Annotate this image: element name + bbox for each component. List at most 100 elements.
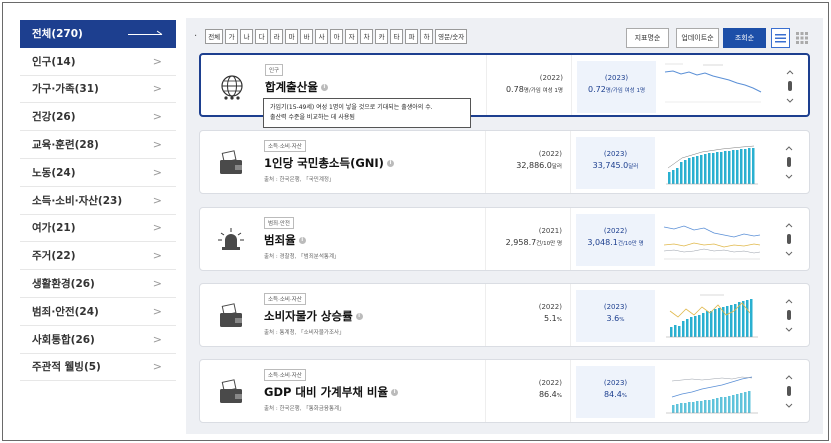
indicator-tooltip: 가임기(15-49세) 여성 1명이 낳을 것으로 기대되는 출생아의 수. 출…	[263, 98, 471, 128]
sort-by-update-button[interactable]: 업데이트순	[676, 28, 719, 48]
current-unit: 명/가임 여성 1명	[605, 88, 646, 94]
row-scroll-control[interactable]	[784, 298, 794, 334]
previous-number: 5.1	[544, 314, 557, 323]
category-sidebar: 전체(270) 인구(14) > 가구·가족(31) > 건강(26) > 교육·훈련…	[20, 20, 176, 382]
chevron-right-icon: >	[152, 249, 162, 263]
info-icon[interactable]: i	[298, 237, 306, 244]
indicator-title-text: 합계출산율	[265, 80, 318, 94]
source-text: 출처 : 경찰청, 「범죄분석통계」	[264, 254, 340, 260]
previous-value: (2021) 2,958.7건/10만 명	[485, 208, 571, 270]
indicator-title[interactable]: GDP 대비 가계부채 비율 i	[264, 384, 399, 400]
sidebar-item-population[interactable]: 인구(14) >	[20, 48, 176, 76]
filter-key-button[interactable]: 하	[420, 28, 434, 44]
sidebar-item-label: 주거(22)	[32, 250, 76, 263]
filter-key-button[interactable]: 차	[360, 28, 374, 44]
sidebar-item-housing[interactable]: 주거(22) >	[20, 242, 176, 271]
sidebar-item-environment[interactable]: 생활환경(26) >	[20, 270, 176, 298]
wallet-icon	[220, 379, 242, 403]
info-icon[interactable]: i	[391, 389, 399, 396]
filter-all-button[interactable]: 전체	[205, 28, 224, 44]
filter-key-button[interactable]: 나	[240, 28, 254, 44]
sort-by-name-button[interactable]: 지표명순	[626, 28, 669, 48]
row-scroll-control[interactable]	[784, 222, 794, 258]
bar-sparkline-chart	[666, 145, 758, 185]
row-scroll-control[interactable]	[784, 374, 794, 410]
grid-view-button[interactable]	[792, 28, 811, 48]
sidebar-item-income[interactable]: 소득·소비·자산(23) >	[20, 187, 176, 215]
arrow-right-icon	[128, 30, 162, 38]
indicator-title[interactable]: 소비자물가 상승률 i	[264, 308, 363, 324]
info-icon[interactable]: i	[320, 84, 328, 91]
previous-unit: %	[556, 393, 562, 399]
sidebar-item-education[interactable]: 교육·훈련(28) >	[20, 131, 176, 159]
info-icon[interactable]: i	[386, 160, 394, 167]
category-tag: 소득·소비·자산	[264, 140, 306, 152]
sidebar-item-label: 소득·소비·자산(23)	[32, 194, 123, 207]
filter-key-button[interactable]: 가	[225, 28, 239, 44]
sidebar-item-all[interactable]: 전체(270)	[20, 20, 176, 48]
current-unit: 달러	[628, 164, 639, 170]
indicator-list: · 전체 가 나 다 라 마 바 사 아 자 차 카 타 파 하 영문/숫자 지…	[186, 18, 823, 434]
wallet-icon	[220, 150, 242, 174]
sidebar-item-label: 생활환경(26)	[32, 278, 95, 291]
indicator-title[interactable]: 1인당 국민총소득(GNI) i	[264, 155, 394, 171]
sidebar-item-household[interactable]: 가구·가족(31) >	[20, 76, 176, 104]
indicator-card[interactable]: 소득·소비·자산 GDP 대비 가계부채 비율 i 출처 : 한국은행, 「통화금…	[199, 359, 810, 423]
tooltip-line: 가임기(15-49세) 여성 1명이 낳을 것으로 기대되는 출생아의 수.	[270, 104, 433, 111]
current-unit: 건/10만 명	[617, 241, 644, 247]
filter-key-button[interactable]: 바	[300, 28, 314, 44]
filter-key-button[interactable]: 라	[270, 28, 284, 44]
current-year: (2022)	[603, 227, 628, 235]
sidebar-item-leisure[interactable]: 여가(21) >	[20, 215, 176, 243]
category-tag: 소득·소비·자산	[264, 369, 306, 381]
current-number: 0.72	[587, 85, 606, 94]
filter-key-button[interactable]: 파	[405, 28, 419, 44]
sidebar-item-social[interactable]: 사회통합(26) >	[20, 326, 176, 354]
list-icon	[775, 33, 786, 42]
sidebar-item-label: 여가(21)	[32, 222, 76, 235]
current-unit: %	[621, 393, 628, 399]
filter-key-button[interactable]: 카	[375, 28, 389, 44]
row-scroll-control[interactable]	[785, 69, 795, 105]
filter-english-numeric-button[interactable]: 영문/숫자	[435, 28, 468, 44]
current-value: (2023) 3.6%	[576, 290, 655, 342]
indicator-card[interactable]: 범죄·안전 범죄율 i 출처 : 경찰청, 「범죄분석통계」 (2021) 2,9…	[199, 207, 810, 271]
row-scroll-control[interactable]	[784, 145, 794, 181]
filter-key-button[interactable]: 사	[315, 28, 329, 44]
filter-key-button[interactable]: 자	[345, 28, 359, 44]
indicator-title[interactable]: 합계출산율 i	[265, 79, 328, 95]
sidebar-item-labor[interactable]: 노동(24) >	[20, 159, 176, 187]
sidebar-item-safety[interactable]: 범죄·안전(24) >	[20, 298, 176, 326]
previous-value: (2022) 86.4%	[485, 360, 571, 422]
indicator-card[interactable]: 소득·소비·자산 소비자물가 상승률 i 출처 : 통계청, 「소비자물가조사」 …	[199, 283, 810, 347]
current-unit: %	[619, 317, 625, 323]
previous-number: 0.78	[505, 85, 524, 94]
current-number: 3.6	[606, 314, 620, 323]
list-view-button[interactable]	[771, 28, 790, 48]
filter-key-button[interactable]: 타	[390, 28, 404, 44]
sidebar-item-label: 건강(26)	[32, 111, 76, 124]
line-sparkline-chart	[663, 225, 761, 260]
previous-year: (2022)	[539, 74, 563, 82]
sparkline-chart	[663, 62, 763, 112]
sidebar-item-label: 전체(270)	[32, 28, 83, 41]
sidebar-item-wellbeing[interactable]: 주관적 웰빙(5) >	[20, 354, 176, 382]
indicator-card[interactable]: 소득·소비·자산 1인당 국민총소득(GNI) i 출처 : 한국은행, 「국민계…	[199, 130, 810, 194]
current-value: (2023) 0.72명/가임 여성 1명	[577, 61, 656, 113]
chevron-right-icon: >	[152, 332, 162, 346]
chevron-right-icon: >	[152, 110, 162, 124]
sort-by-views-button[interactable]: 조회순	[723, 28, 766, 48]
filter-key-button[interactable]: 다	[255, 28, 269, 44]
indicator-title-text: 범죄율	[264, 233, 296, 247]
previous-unit: 달러	[551, 164, 562, 170]
info-icon[interactable]: i	[355, 313, 363, 320]
current-year: (2023)	[603, 379, 628, 387]
current-number: 84.4	[603, 390, 622, 399]
filter-key-button[interactable]: 아	[330, 28, 344, 44]
sidebar-item-label: 노동(24)	[32, 166, 76, 179]
indicator-title-text: 소비자물가 상승률	[264, 309, 353, 323]
indicator-title[interactable]: 범죄율 i	[264, 232, 306, 248]
tooltip-line: 출산력 수준을 비교하는 데 사용됨	[270, 114, 355, 121]
filter-key-button[interactable]: 마	[285, 28, 299, 44]
sidebar-item-health[interactable]: 건강(26) >	[20, 103, 176, 132]
